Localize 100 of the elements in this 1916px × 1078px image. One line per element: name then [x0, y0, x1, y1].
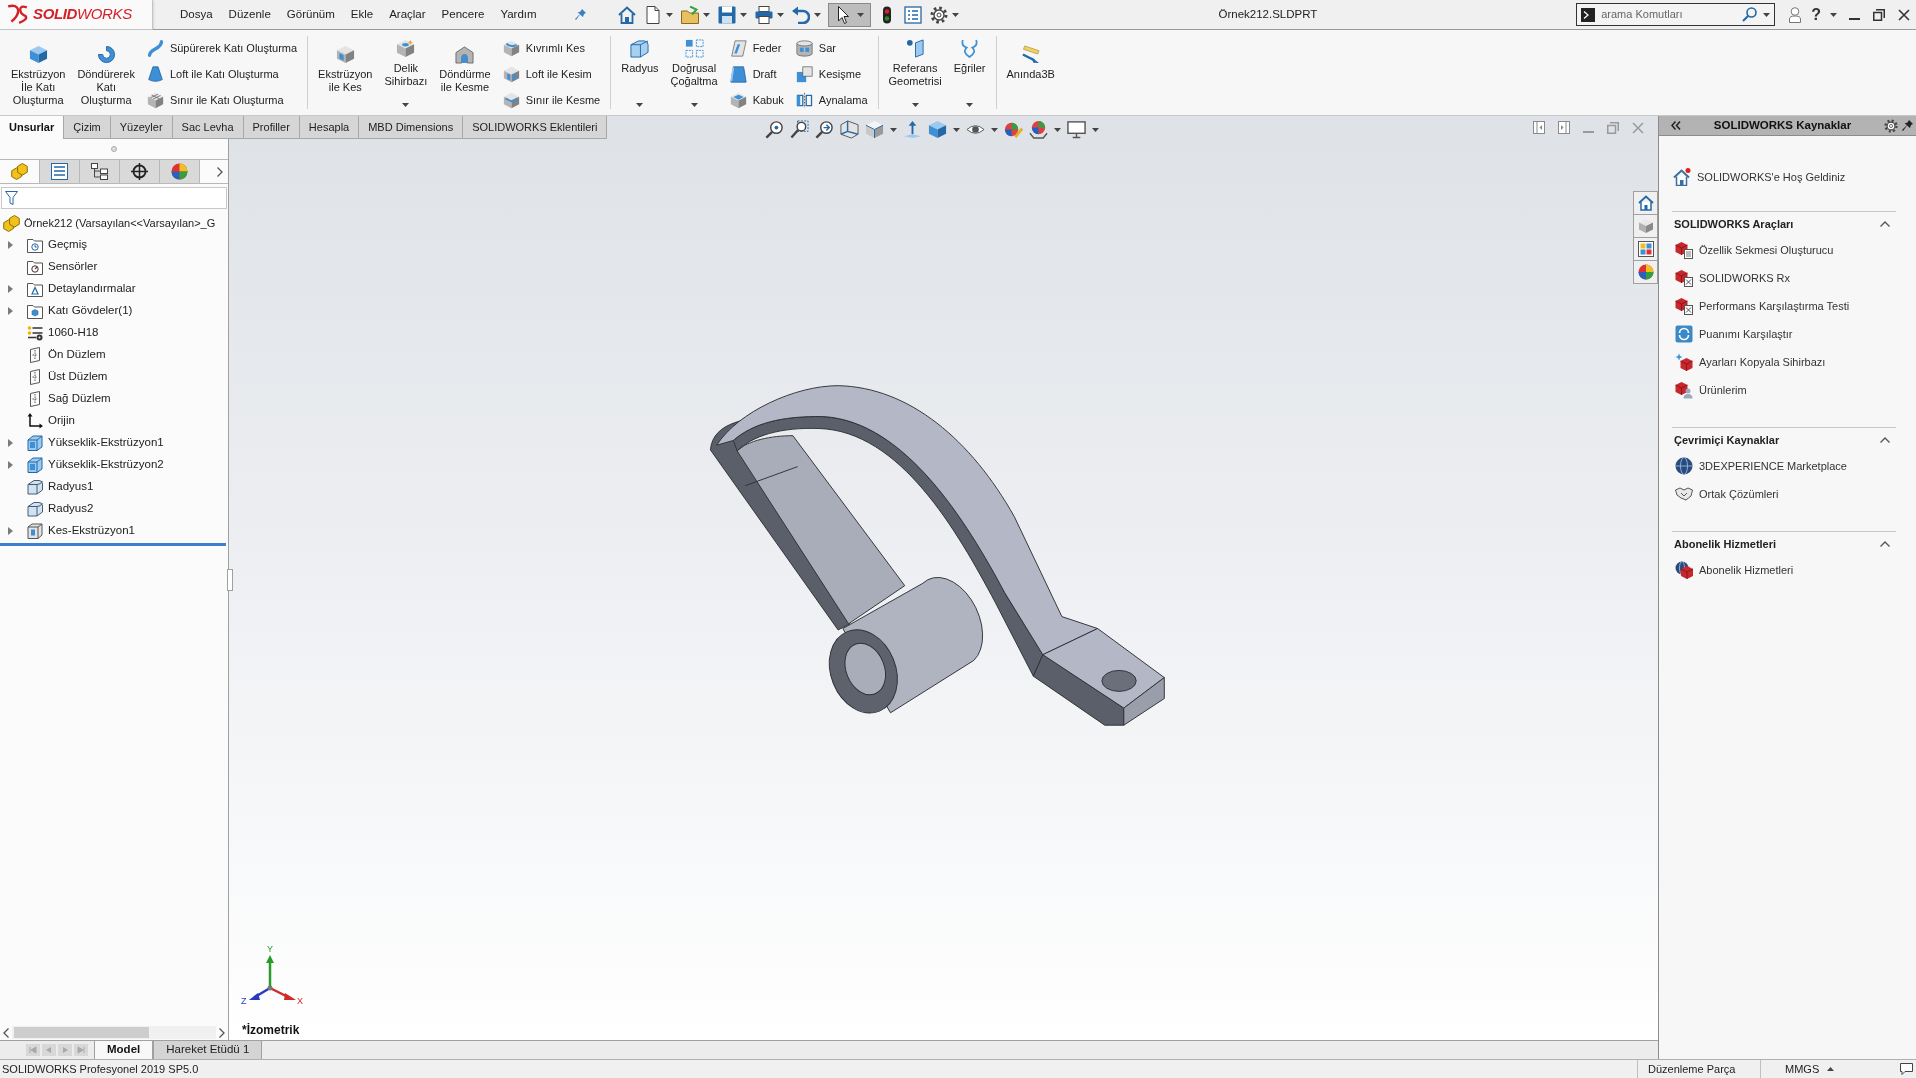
- search-field[interactable]: arama Komutları: [1576, 3, 1776, 26]
- monitor-icon[interactable]: [1067, 120, 1086, 139]
- panel-tab[interactable]: [120, 160, 160, 183]
- command-button[interactable]: Sınır ile Katı Oluşturma: [144, 87, 300, 113]
- menu-item[interactable]: Düzenle: [220, 2, 279, 27]
- double-chevron-left-icon[interactable]: [1671, 121, 1681, 130]
- restore-icon[interactable]: [1873, 8, 1885, 21]
- resource-link[interactable]: Abonelik Hizmetleri: [1699, 561, 1794, 579]
- tree-item[interactable]: Geçmiş: [48, 236, 87, 254]
- expand-arrow-icon[interactable]: [8, 241, 13, 249]
- expand-arrow-icon[interactable]: [8, 307, 13, 315]
- caret-icon[interactable]: [1830, 12, 1837, 17]
- resource-link[interactable]: Puanımı Karşılaştır: [1699, 325, 1793, 343]
- pin-icon[interactable]: [1902, 120, 1913, 131]
- magnifier-arrow-icon[interactable]: [815, 120, 834, 139]
- chevron-up-icon[interactable]: [1880, 221, 1890, 227]
- caret-icon[interactable]: [991, 127, 998, 132]
- command-button[interactable]: Anında3B: [1001, 30, 1060, 115]
- menu-item[interactable]: Pencere: [433, 2, 493, 27]
- resource-link[interactable]: SOLIDWORKS Rx: [1699, 269, 1791, 287]
- menu-item[interactable]: Dosya: [172, 2, 221, 27]
- tree-item[interactable]: Yükseklik-Ekstrüzyon1: [48, 434, 164, 452]
- settings-icon[interactable]: [1884, 118, 1898, 133]
- command-button[interactable]: Radyus: [616, 30, 664, 115]
- welcome-link[interactable]: SOLIDWORKS'e Hoş Geldiniz: [1697, 168, 1846, 186]
- chevron-left-icon[interactable]: [3, 1027, 9, 1038]
- command-button[interactable]: Döndürme ile Kesme: [434, 30, 496, 115]
- view-cube-icon[interactable]: [865, 120, 884, 139]
- units-selector[interactable]: MMGS: [1785, 1060, 1820, 1078]
- panel-tab[interactable]: [40, 160, 80, 183]
- command-button[interactable]: Loft ile Kesim: [500, 61, 603, 87]
- ribbon-tab[interactable]: Profiller: [243, 116, 300, 139]
- horizontal-scrollbar[interactable]: [12, 1026, 216, 1039]
- command-button[interactable]: Loft ile Katı Oluşturma: [144, 61, 300, 87]
- resource-link[interactable]: Ayarları Kopyala Sihirbazı: [1699, 353, 1826, 371]
- command-button[interactable]: Doğrusal Çoğaltma: [665, 30, 723, 115]
- command-button[interactable]: Feder: [727, 35, 786, 61]
- ribbon-tab[interactable]: MBD Dimensions: [359, 116, 464, 139]
- caret-icon[interactable]: [1092, 127, 1099, 132]
- caret-icon[interactable]: [953, 127, 960, 132]
- command-button[interactable]: Aynalama: [793, 87, 870, 113]
- tree-item[interactable]: Sensörler: [48, 258, 98, 276]
- chevron-up-icon[interactable]: [1880, 437, 1890, 443]
- color-ball-icon[interactable]: [1637, 264, 1654, 280]
- pin-icon[interactable]: [574, 9, 586, 20]
- help-button[interactable]: ?: [1811, 6, 1821, 23]
- shaded-cube-icon[interactable]: [928, 120, 947, 139]
- ribbon-tab[interactable]: SOLIDWORKS Eklentileri: [463, 116, 608, 139]
- command-button[interactable]: Delik Sihirbazı: [379, 30, 433, 115]
- resource-link[interactable]: Performans Karşılaştırma Testi: [1699, 297, 1850, 315]
- speech-bubble-icon[interactable]: [1899, 1063, 1913, 1075]
- grid-panel-icon[interactable]: [1637, 241, 1654, 257]
- magnifier-icon[interactable]: [765, 120, 784, 139]
- caret-up-icon[interactable]: [1827, 1067, 1835, 1071]
- expand-arrow-icon[interactable]: [8, 527, 13, 535]
- tree-root[interactable]: Örnek212 (Varsayılan<<Varsayılan>_G: [24, 214, 216, 232]
- grip-icon[interactable]: [111, 146, 117, 152]
- expand-arrow-icon[interactable]: [8, 285, 13, 293]
- tree-item[interactable]: Radyus2: [48, 500, 94, 518]
- command-button[interactable]: Sınır ile Kesme: [500, 87, 603, 113]
- tree-item[interactable]: 1060-H18: [48, 324, 99, 342]
- section-cube-icon[interactable]: [840, 120, 859, 139]
- command-button[interactable]: Eğriler: [948, 30, 991, 115]
- select-button[interactable]: [827, 2, 871, 27]
- caret-icon[interactable]: [1763, 12, 1771, 17]
- minimize-icon[interactable]: [1849, 17, 1860, 20]
- command-button[interactable]: Kesişme: [793, 61, 870, 87]
- caret-icon[interactable]: [890, 127, 897, 132]
- tree-item[interactable]: Üst Düzlem: [48, 368, 108, 386]
- tree-item[interactable]: Kes-Ekstrüzyon1: [48, 522, 135, 540]
- tree-item[interactable]: Radyus1: [48, 478, 94, 496]
- command-button[interactable]: Süpürerek Katı Oluşturma: [144, 35, 300, 61]
- home-icon[interactable]: [1637, 195, 1654, 211]
- expand-arrow-icon[interactable]: [8, 439, 13, 447]
- splitter-handle[interactable]: [227, 569, 233, 591]
- close-icon[interactable]: [1898, 8, 1910, 21]
- menu-item[interactable]: Ekle: [342, 2, 382, 27]
- resource-link[interactable]: Özellik Sekmesi Oluşturucu: [1699, 241, 1834, 259]
- command-button[interactable]: Ekstrüzyon İle Katı Oluşturma: [6, 30, 71, 115]
- cube-icon[interactable]: [1637, 218, 1654, 234]
- chevron-right-icon[interactable]: [219, 1027, 225, 1038]
- panel-tab[interactable]: [80, 160, 120, 183]
- scrollbar-thumb[interactable]: [14, 1027, 149, 1038]
- command-button[interactable]: Ekstrüzyon ile Kes: [313, 30, 378, 115]
- tree-item[interactable]: Detaylandırmalar: [48, 280, 136, 298]
- sphere-pencil-icon[interactable]: [1004, 120, 1023, 139]
- ribbon-tab[interactable]: Sac Levha: [172, 116, 244, 139]
- command-button[interactable]: Kıvrımlı Kes: [500, 35, 603, 61]
- tree-item[interactable]: Orijin: [48, 412, 75, 430]
- ribbon-tab[interactable]: Hesapla: [299, 116, 360, 139]
- command-button[interactable]: Draft: [727, 61, 786, 87]
- command-button[interactable]: Referans Geometrisi: [883, 30, 947, 115]
- ribbon-tab[interactable]: Çizim: [64, 116, 111, 139]
- tree-item[interactable]: Yükseklik-Ekstrüzyon2: [48, 456, 164, 474]
- chevron-right-icon[interactable]: [217, 166, 223, 177]
- expand-arrow-icon[interactable]: [8, 461, 13, 469]
- tree-item[interactable]: Sağ Düzlem: [48, 390, 111, 408]
- tree-item[interactable]: Ön Düzlem: [48, 346, 106, 364]
- search-input[interactable]: arama Komutları: [1601, 6, 1737, 23]
- ribbon-tab[interactable]: Yüzeyler: [110, 116, 173, 139]
